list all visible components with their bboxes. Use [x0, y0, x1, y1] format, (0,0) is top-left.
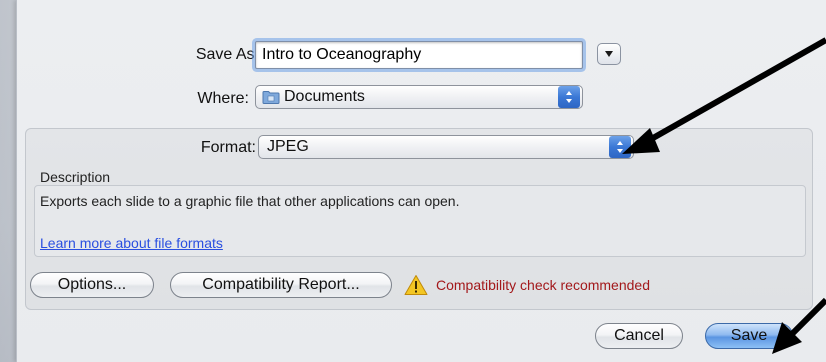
- compatibility-warning-text: Compatibility check recommended: [436, 277, 650, 293]
- save-sheet: Save As: Intro to Oceanography Where: Do…: [16, 0, 826, 362]
- folder-icon: [262, 90, 280, 104]
- popup-arrows-icon: [558, 86, 580, 108]
- format-value: JPEG: [267, 138, 309, 155]
- description-label: Description: [40, 169, 111, 185]
- learn-more-link[interactable]: Learn more about file formats: [40, 235, 223, 251]
- expand-collapse-button[interactable]: [597, 43, 621, 65]
- chevron-down-icon: [605, 51, 613, 57]
- where-label: Where:: [197, 90, 249, 107]
- where-value: Documents: [284, 88, 365, 105]
- cancel-button[interactable]: Cancel: [595, 323, 683, 349]
- description-text: Exports each slide to a graphic file tha…: [40, 193, 460, 209]
- compatibility-report-button[interactable]: Compatibility Report...: [170, 272, 392, 298]
- save-button[interactable]: Save: [705, 323, 793, 349]
- options-panel: Format: JPEG Description Exports each sl…: [25, 128, 813, 310]
- save-as-label: Save As:: [195, 46, 259, 63]
- format-popup[interactable]: JPEG: [258, 135, 634, 159]
- where-popup[interactable]: Documents: [255, 85, 583, 109]
- options-button[interactable]: Options...: [30, 272, 154, 298]
- warning-icon: [404, 275, 428, 295]
- save-as-field[interactable]: Intro to Oceanography: [255, 41, 583, 69]
- popup-arrows-icon: [609, 136, 631, 158]
- format-label: Format:: [200, 139, 256, 156]
